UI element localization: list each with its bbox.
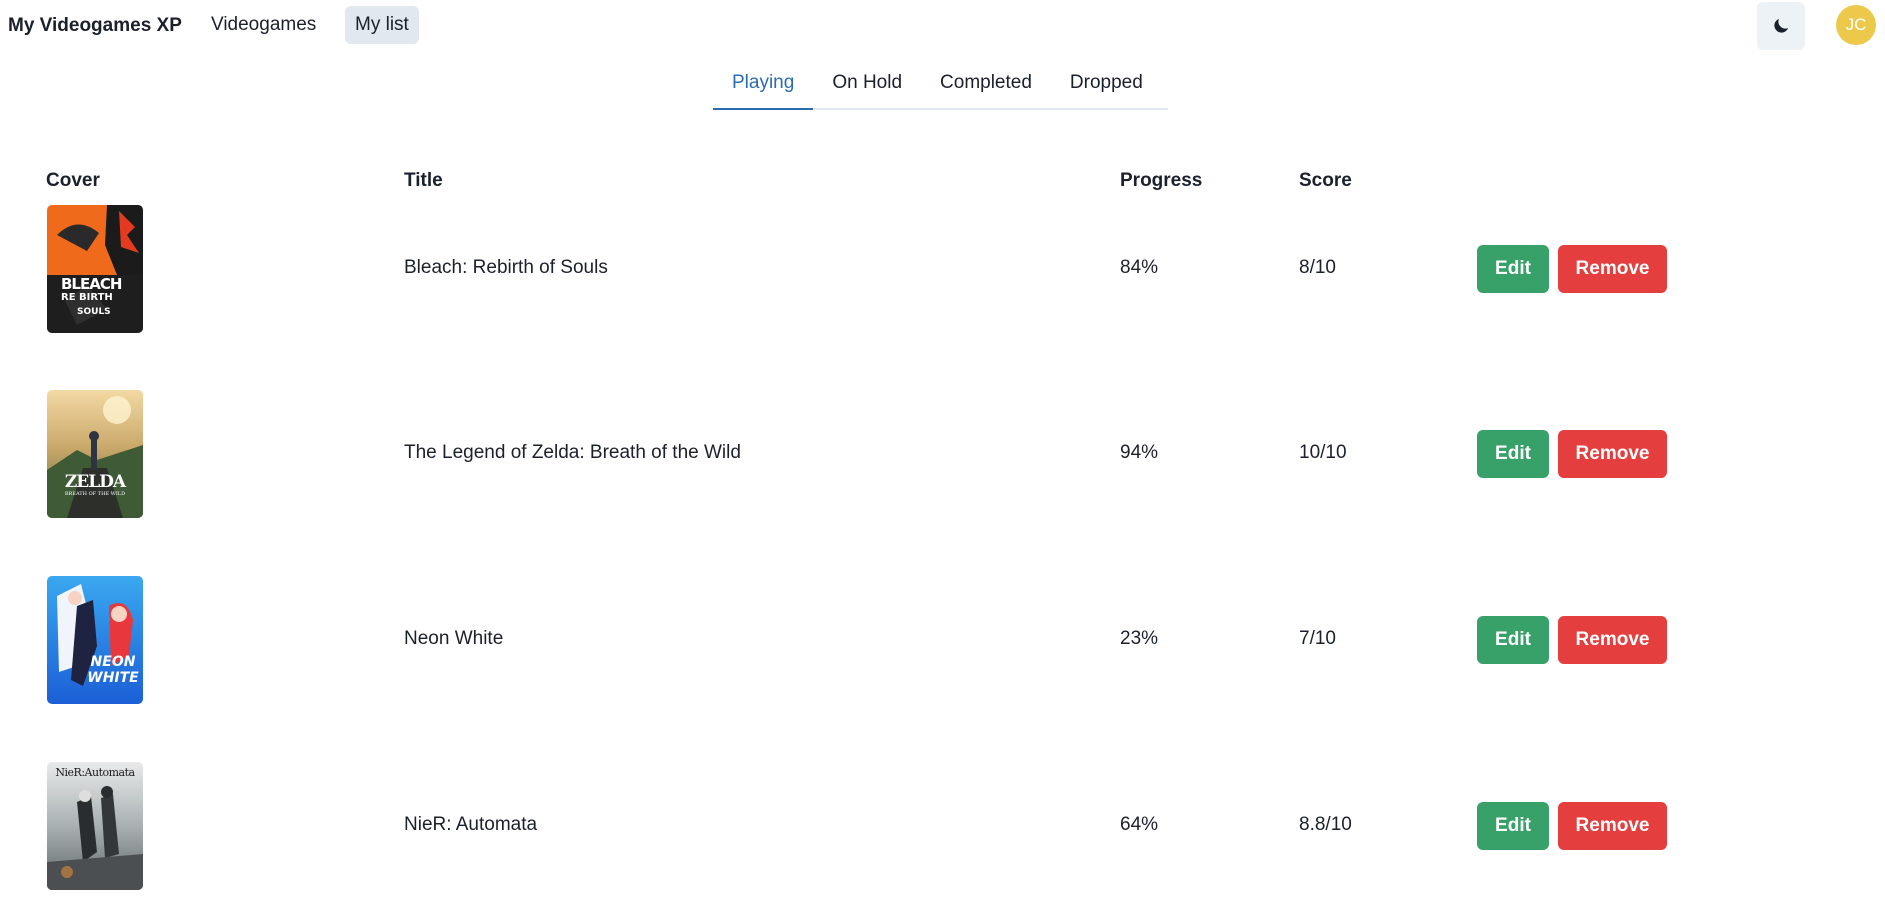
nav-link-videogames[interactable]: Videogames — [201, 6, 326, 44]
remove-button[interactable]: Remove — [1558, 616, 1667, 664]
game-progress: 23% — [1120, 628, 1159, 649]
tab-playing[interactable]: Playing — [713, 64, 814, 110]
table-row: BLEACH RE BIRTH SOULS Bleach: Rebirth of… — [0, 205, 1885, 334]
cover-text: ZELDA — [64, 472, 126, 492]
game-progress: 84% — [1120, 257, 1159, 278]
cover-text: NieR:Automata — [55, 766, 135, 779]
cover-text: BLEACH — [61, 275, 122, 293]
status-tabs: Playing On Hold Completed Dropped — [713, 64, 1168, 110]
remove-button[interactable]: Remove — [1558, 245, 1667, 293]
cover-text: RE BIRTH — [61, 292, 113, 303]
tab-on-hold[interactable]: On Hold — [813, 64, 921, 108]
column-header-cover: Cover — [46, 170, 100, 191]
column-header-title: Title — [404, 170, 443, 191]
game-score: 7/10 — [1299, 628, 1336, 649]
nav-link-my-list[interactable]: My list — [345, 6, 419, 44]
cover-text: NEON — [90, 654, 136, 670]
game-title[interactable]: Neon White — [404, 628, 503, 650]
edit-button[interactable]: Edit — [1477, 616, 1549, 664]
game-cover-image: ZELDA BREATH OF THE WILD — [47, 390, 143, 518]
user-avatar[interactable]: JC — [1836, 5, 1876, 45]
game-cover-image: NEON WHITE — [47, 576, 143, 704]
game-title[interactable]: The Legend of Zelda: Breath of the Wild — [404, 442, 741, 464]
column-header-score: Score — [1299, 170, 1352, 191]
tab-dropped[interactable]: Dropped — [1051, 64, 1162, 108]
brand-title[interactable]: My Videogames XP — [8, 15, 182, 37]
game-progress: 64% — [1120, 814, 1159, 835]
game-progress: 94% — [1120, 442, 1159, 463]
remove-button[interactable]: Remove — [1558, 430, 1667, 478]
game-title[interactable]: NieR: Automata — [404, 814, 537, 836]
game-score: 8/10 — [1299, 257, 1336, 278]
cover-text: SOULS — [77, 307, 111, 317]
game-score: 10/10 — [1299, 442, 1347, 463]
column-header-progress: Progress — [1120, 170, 1203, 191]
game-cover-image: NieR:Automata — [47, 762, 143, 890]
top-navbar: My Videogames XP Videogames My list JC — [0, 0, 1885, 52]
game-score: 8.8/10 — [1299, 814, 1352, 835]
table-row: NieR:Automata NieR: Automata 64% 8.8/10 … — [0, 762, 1885, 891]
remove-button[interactable]: Remove — [1558, 802, 1667, 850]
tab-completed[interactable]: Completed — [921, 64, 1051, 108]
cover-text: WHITE — [87, 670, 139, 686]
game-cover-image: BLEACH RE BIRTH SOULS — [47, 205, 143, 333]
edit-button[interactable]: Edit — [1477, 802, 1549, 850]
edit-button[interactable]: Edit — [1477, 430, 1549, 478]
cover-text: BREATH OF THE WILD — [64, 491, 126, 497]
game-title[interactable]: Bleach: Rebirth of Souls — [404, 257, 608, 279]
table-row: NEON WHITE Neon White 23% 7/10 Edit Remo… — [0, 576, 1885, 705]
moon-icon — [1774, 18, 1789, 33]
table-row: ZELDA BREATH OF THE WILD The Legend of Z… — [0, 390, 1885, 519]
edit-button[interactable]: Edit — [1477, 245, 1549, 293]
theme-toggle-button[interactable] — [1757, 2, 1805, 50]
